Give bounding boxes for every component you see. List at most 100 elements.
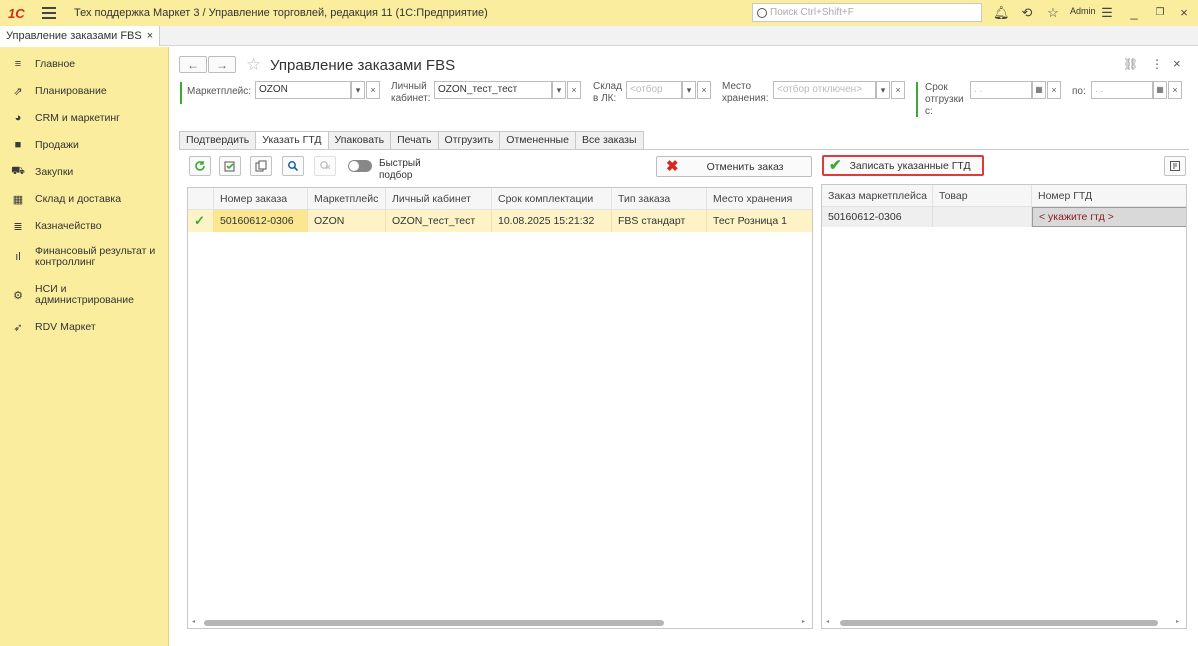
cabinet-field[interactable]: OZON_тест_тест <box>434 81 552 99</box>
date-from-field[interactable]: . . <box>970 81 1032 99</box>
sidebar-item-finance[interactable]: ıl Финансовый результат и контроллинг <box>0 243 169 271</box>
cell-order-number[interactable]: 50160612-0306 <box>214 210 308 232</box>
tab-ship[interactable]: Отгрузить <box>437 131 500 150</box>
minimize-icon[interactable]: _ <box>1126 5 1142 21</box>
cell-marketplace-order[interactable]: 50160612-0306 <box>822 207 933 227</box>
find-button[interactable] <box>282 156 304 176</box>
open-tab-fbs[interactable]: Управление заказами FBS × <box>0 26 161 46</box>
column-header[interactable]: Номер заказа <box>214 188 308 210</box>
close-tab-icon[interactable]: × <box>147 30 153 42</box>
scroll-left-icon[interactable]: ◂ <box>192 618 195 625</box>
user-name[interactable]: Admin <box>1070 6 1096 16</box>
settings-lines-icon[interactable]: ☰ <box>1099 5 1115 21</box>
calendar-to-icon[interactable]: ▦ <box>1153 81 1167 99</box>
tab-all-orders[interactable]: Все заказы <box>574 131 644 150</box>
save-gtd-button[interactable]: ✔ Записать указанные ГТД <box>822 155 984 176</box>
column-header[interactable]: Номер ГТД <box>1032 185 1186 207</box>
tab-gtd[interactable]: Указать ГТД <box>255 131 328 150</box>
date-to-clear-button[interactable]: × <box>1168 81 1182 99</box>
cell-marketplace[interactable]: OZON <box>308 210 386 232</box>
link-icon[interactable]: ⛓ <box>1123 57 1138 71</box>
marketplace-field[interactable]: OZON <box>255 81 351 99</box>
sidebar-item-label: Финансовый результат и контроллинг <box>35 245 156 268</box>
close-form-icon[interactable]: × <box>1173 56 1181 71</box>
sidebar-item-treasury[interactable]: ≣ Казначейство <box>0 219 169 233</box>
storage-field[interactable]: <отбор отключен> <box>773 81 876 99</box>
date-from-clear-button[interactable]: × <box>1047 81 1061 99</box>
clear-find-button[interactable] <box>314 156 336 176</box>
date-to-field[interactable]: . . <box>1091 81 1153 99</box>
forward-button[interactable]: → <box>208 56 236 73</box>
settings-panel-button[interactable] <box>1164 156 1186 176</box>
sidebar-item-label: CRM и маркетинг <box>35 111 121 124</box>
sidebar-item-sales[interactable]: ■ Продажи <box>0 138 169 152</box>
check-all-button[interactable] <box>219 156 241 176</box>
column-header[interactable]: Место хранения <box>707 188 812 210</box>
scroll-right-icon[interactable]: ▸ <box>1176 618 1179 625</box>
storage-clear-button[interactable]: × <box>891 81 905 99</box>
tab-confirm[interactable]: Подтвердить <box>179 131 256 150</box>
history-icon[interactable]: ⟲ <box>1019 5 1035 21</box>
find-icon <box>288 161 299 172</box>
sidebar-item-purchases[interactable]: ⛟ Закупки <box>0 165 169 179</box>
table-row[interactable]: 50160612-0306 < укажите гтд > <box>822 207 1186 227</box>
cancel-order-button[interactable]: ✖ Отменить заказ <box>656 156 812 177</box>
sidebar-item-rdv[interactable]: ➶ RDV Маркет <box>0 320 169 334</box>
panel-config-icon <box>1170 161 1180 171</box>
cabinet-clear-button[interactable]: × <box>567 81 581 99</box>
column-header[interactable]: Маркетплейс <box>308 188 386 210</box>
favorite-star-icon[interactable]: ☆ <box>246 55 261 75</box>
gtd-number-input[interactable]: < укажите гтд > <box>1032 207 1186 227</box>
global-search-input[interactable]: Поиск Ctrl+Shift+F <box>752 3 982 22</box>
bell-icon[interactable]: 🔔︎ <box>993 5 1010 21</box>
warehouse-clear-button[interactable]: × <box>697 81 711 99</box>
warehouse-dropdown-button[interactable]: ▾ <box>682 81 696 99</box>
sidebar: ≡ Главное ⇗ Планирование ◕ CRM и маркети… <box>0 47 169 646</box>
back-button[interactable]: ← <box>179 56 207 73</box>
sidebar-item-warehouse[interactable]: ▦ Склад и доставка <box>0 192 169 206</box>
sidebar-item-planning[interactable]: ⇗ Планирование <box>0 84 169 98</box>
hamburger-menu-icon[interactable] <box>42 7 56 19</box>
column-header[interactable]: Заказ маркетплейса <box>822 185 933 207</box>
cabinet-dropdown-button[interactable]: ▾ <box>552 81 566 99</box>
marketplace-dropdown-button[interactable]: ▾ <box>351 81 365 99</box>
sidebar-item-nsi[interactable]: ⚙ НСИ и администрирование <box>0 281 169 309</box>
cell-deadline[interactable]: 10.08.2025 15:21:32 <box>492 210 612 232</box>
horizontal-scrollbar[interactable] <box>204 620 664 626</box>
column-header[interactable]: Срок комплектации <box>492 188 612 210</box>
copy-button[interactable] <box>250 156 272 176</box>
title-bar: 1С Тех поддержка Маркет 3 / Управление т… <box>0 0 1198 26</box>
horizontal-scrollbar[interactable] <box>840 620 1158 626</box>
table-row[interactable]: ✓ 50160612-0306 OZON OZON_тест_тест 10.0… <box>188 210 812 232</box>
sidebar-item-crm[interactable]: ◕ CRM и маркетинг <box>0 111 169 125</box>
tab-print[interactable]: Печать <box>390 131 438 150</box>
more-icon[interactable]: ⋮ <box>1151 57 1163 71</box>
sidebar-item-label: НСИ и администрирование <box>35 283 134 306</box>
favorites-star-icon[interactable]: ☆ <box>1045 5 1061 21</box>
app-logo: 1С <box>8 5 25 21</box>
warehouse-field[interactable]: <отбор <box>626 81 682 99</box>
sidebar-item-label: Казначейство <box>35 219 102 232</box>
cell-product[interactable] <box>933 207 1032 227</box>
search-placeholder: Поиск Ctrl+Shift+F <box>770 7 854 18</box>
cell-storage[interactable]: Тест Розница 1 <box>707 210 812 232</box>
calendar-from-icon[interactable]: ▦ <box>1032 81 1046 99</box>
column-header[interactable]: Личный кабинет <box>386 188 492 210</box>
cell-order-type[interactable]: FBS стандарт <box>612 210 707 232</box>
storage-dropdown-button[interactable]: ▾ <box>876 81 890 99</box>
scroll-left-icon[interactable]: ◂ <box>826 618 829 625</box>
restore-icon[interactable]: ❐ <box>1152 5 1168 21</box>
close-window-icon[interactable]: × <box>1176 5 1192 21</box>
main-form: ← → ☆ Управление заказами FBS ⛓ ⋮ × Марк… <box>170 47 1198 646</box>
sidebar-item-main[interactable]: ≡ Главное <box>0 57 169 71</box>
tab-pack[interactable]: Упаковать <box>327 131 391 150</box>
tab-cancelled[interactable]: Отмененные <box>499 131 575 150</box>
quick-select-toggle[interactable] <box>348 160 372 172</box>
scroll-right-icon[interactable]: ▸ <box>802 618 805 625</box>
column-header[interactable]: Тип заказа <box>612 188 707 210</box>
column-header[interactable]: Товар <box>933 185 1032 207</box>
app-title: Тех поддержка Маркет 3 / Управление торг… <box>74 7 488 19</box>
marketplace-clear-button[interactable]: × <box>366 81 380 99</box>
refresh-button[interactable] <box>189 156 211 176</box>
cell-cabinet[interactable]: OZON_тест_тест <box>386 210 492 232</box>
